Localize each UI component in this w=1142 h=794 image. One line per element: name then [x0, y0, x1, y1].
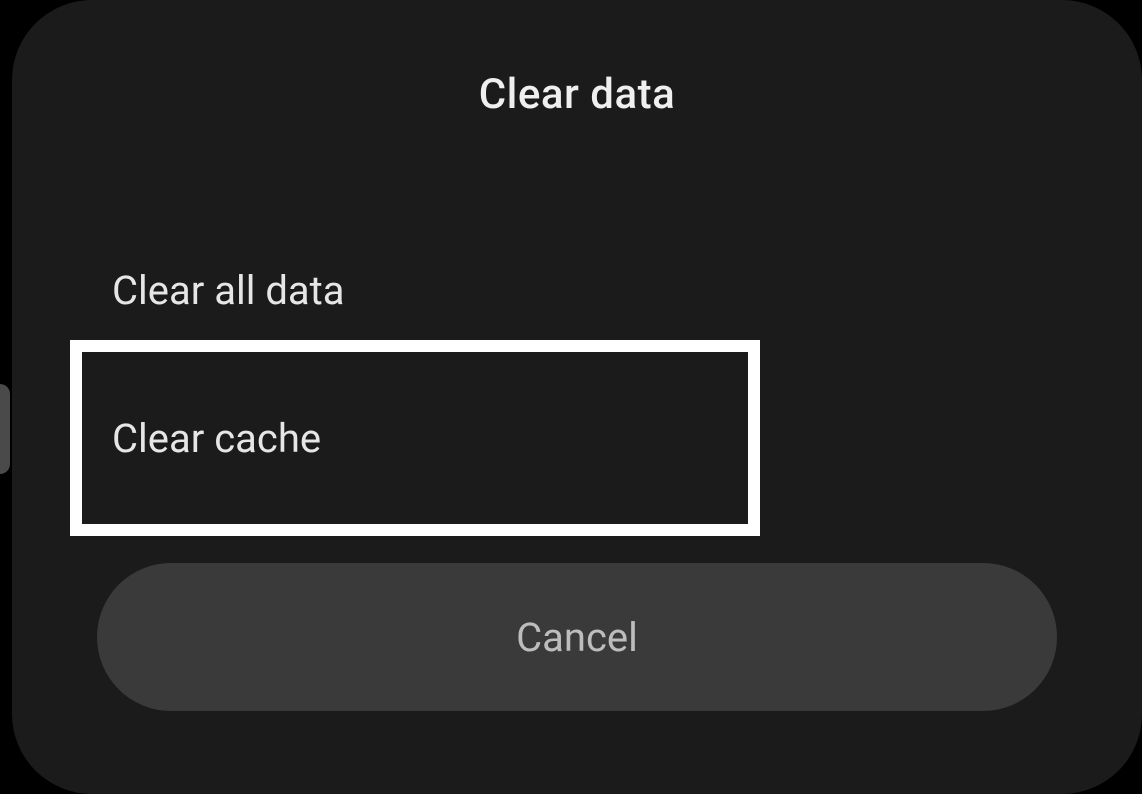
option-clear-cache[interactable]: Clear cache: [70, 340, 760, 536]
option-clear-all-data[interactable]: Clear all data: [12, 249, 1142, 332]
options-list: Clear all data Clear cache: [12, 249, 1142, 332]
dialog-title: Clear data: [12, 70, 1142, 119]
option-clear-all-label: Clear all data: [112, 267, 345, 314]
cancel-button[interactable]: Cancel: [97, 563, 1057, 711]
cancel-button-label: Cancel: [516, 614, 638, 661]
clear-data-dialog: Clear data Clear all data Clear cache Ca…: [12, 0, 1142, 794]
option-clear-cache-label: Clear cache: [82, 415, 321, 462]
edge-handle-left: [0, 384, 10, 474]
